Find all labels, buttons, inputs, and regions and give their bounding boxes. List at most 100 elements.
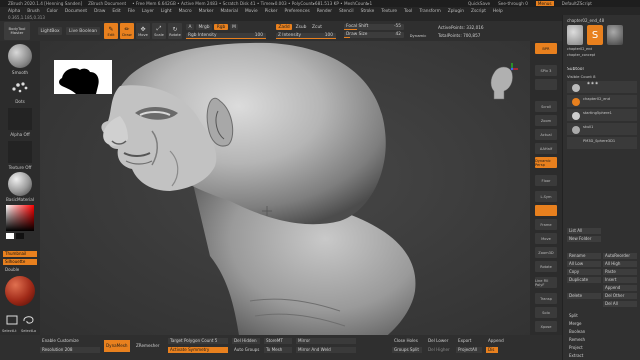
default-zscript[interactable]: DefaultZScript xyxy=(562,1,592,6)
menu-preferences[interactable]: Preferences xyxy=(284,9,309,14)
double-button[interactable]: Double xyxy=(3,267,37,273)
menu-macro[interactable]: Macro xyxy=(179,9,192,14)
lightbox-button[interactable]: LightBox xyxy=(38,27,62,35)
shelf-button-zoom[interactable]: Zoom xyxy=(535,115,557,126)
activate-symmetry-button[interactable]: Activate Symmetry xyxy=(168,347,228,353)
list-all-button[interactable]: List All xyxy=(567,228,601,234)
shelf-button-icon-2[interactable] xyxy=(535,79,557,90)
extract-section[interactable]: Extract xyxy=(567,353,637,359)
canvas-viewport[interactable] xyxy=(40,41,530,341)
secondary-color-swatch[interactable] xyxy=(16,233,24,239)
dynamesh-button[interactable]: DynaMesh xyxy=(104,340,130,352)
boolean-section[interactable]: Boolean xyxy=(567,329,637,335)
menu-document[interactable]: Document xyxy=(65,9,87,14)
mirror-button[interactable]: Mirror xyxy=(296,338,356,344)
shelf-button-rotate[interactable]: Rotate xyxy=(535,261,557,272)
selectrect-icon[interactable] xyxy=(5,313,19,327)
menu-color[interactable]: Color xyxy=(47,9,58,14)
rename-button[interactable]: Rename xyxy=(567,253,601,259)
all-low-button[interactable]: All Low xyxy=(567,261,601,267)
menu-light[interactable]: Light xyxy=(161,9,172,14)
subtool-title[interactable]: Subtool xyxy=(567,67,584,72)
menu-brush[interactable]: Brush xyxy=(27,9,39,14)
shelf-button-move[interactable]: Move xyxy=(535,233,557,244)
menu-stencil[interactable]: Stencil xyxy=(339,9,354,14)
scale-button[interactable]: ⤢ Scale xyxy=(152,23,166,39)
red-material-icon[interactable] xyxy=(5,276,35,306)
tool-thumb-simple[interactable]: S xyxy=(587,25,603,45)
rgb-toggle[interactable]: Rgb xyxy=(214,24,228,30)
color-picker[interactable] xyxy=(6,205,34,231)
quicksave-button[interactable]: QuickSave xyxy=(468,1,490,6)
menu-render[interactable]: Render xyxy=(317,9,332,14)
del-other-button[interactable]: Del Other xyxy=(603,293,637,299)
main-color-swatch[interactable] xyxy=(6,233,14,239)
menu-layer[interactable]: Layer xyxy=(142,9,154,14)
shelf-button-transp[interactable]: Transp xyxy=(535,293,557,304)
menus-button[interactable]: Menus xyxy=(535,1,554,6)
zremesher-button[interactable]: ZRemesher xyxy=(134,340,164,352)
del-hidden-button[interactable]: Del Hidden xyxy=(232,338,260,344)
shelf-button-scroll[interactable]: Scroll xyxy=(535,101,557,112)
shelf-button-aahalf[interactable]: AAHalf xyxy=(535,143,557,154)
menu-marker[interactable]: Marker xyxy=(199,9,214,14)
shelf-button-bpr[interactable]: BPR xyxy=(535,43,557,54)
rgb-intensity-slider[interactable]: Rgb Intensity 100 xyxy=(186,33,266,39)
material-sphere-icon[interactable] xyxy=(8,172,32,196)
selectlasso-icon[interactable] xyxy=(21,313,35,327)
menu-alpha[interactable]: Alpha xyxy=(8,9,20,14)
sculpt-mesh[interactable] xyxy=(40,41,530,341)
target-polycount-slider[interactable]: Target Polygon Count 5 xyxy=(168,338,228,344)
insert-button[interactable]: Insert xyxy=(603,277,637,283)
dots-stroke-icon[interactable] xyxy=(8,79,32,97)
copy-button[interactable]: Copy xyxy=(567,269,601,275)
a-toggle[interactable]: A xyxy=(186,24,194,30)
shelf-button-icon-10[interactable] xyxy=(535,205,557,216)
shelf-button-xpose[interactable]: Xpose xyxy=(535,321,557,332)
delete-button[interactable]: Delete xyxy=(567,293,601,299)
mirror-and-weld-button[interactable]: Mirror And Weld xyxy=(296,347,356,353)
menu-movie[interactable]: Movie xyxy=(245,9,258,14)
shelf-button-frame[interactable]: Frame xyxy=(535,219,557,230)
tool-thumb-chapter02[interactable] xyxy=(567,25,583,45)
new-folder-button[interactable]: New Folder xyxy=(567,236,601,242)
smooth-brush-icon[interactable] xyxy=(8,44,32,68)
focal-shift-slider[interactable]: Focal Shift -55 xyxy=(344,24,404,30)
to-mesh-button[interactable]: To Mesh xyxy=(264,347,292,353)
all-high-button[interactable]: All High xyxy=(603,261,637,267)
navigation-gyro[interactable] xyxy=(484,63,520,103)
close-holes-button[interactable]: Close Holes xyxy=(392,338,422,344)
duplicate-button[interactable]: Duplicate xyxy=(567,277,601,283)
del-higher-button[interactable]: Del Higher xyxy=(426,347,452,353)
zadd-toggle[interactable]: Zadd xyxy=(276,24,292,30)
dynamic-toggle[interactable]: Dynamic xyxy=(406,32,430,38)
shelf-button-spix-3[interactable]: SPix 3 xyxy=(535,65,557,76)
seethrough-slider[interactable]: See-through 0 xyxy=(498,1,528,6)
menu-file[interactable]: File xyxy=(128,9,135,14)
brush-preset-button[interactable]: BodyTool Master xyxy=(4,22,30,40)
thumbnail-button[interactable]: Thumbnail xyxy=(3,251,37,257)
shelf-button-dynamic-persp[interactable]: Dynamic Persp xyxy=(535,157,557,168)
merge-section[interactable]: Merge xyxy=(567,321,637,327)
split-section[interactable]: Split xyxy=(567,313,637,319)
menu-help[interactable]: Help xyxy=(493,9,503,14)
edit-button[interactable]: ✎ Edit xyxy=(104,23,118,39)
live-boolean-button[interactable]: Live Boolean xyxy=(66,27,100,35)
resolution-slider[interactable]: Resolution 208 xyxy=(40,347,100,353)
menu-transform[interactable]: Transform xyxy=(419,9,440,14)
groups-split-button[interactable]: Groups Split xyxy=(392,347,422,353)
append-button[interactable]: Append xyxy=(603,285,637,291)
enable-customize-button[interactable]: Enable Customize xyxy=(40,338,100,344)
menu-tool[interactable]: Tool xyxy=(404,9,412,14)
project-all-button[interactable]: ProjectAll xyxy=(456,347,482,353)
menu-draw[interactable]: Draw xyxy=(94,9,105,14)
auto-groups-button[interactable]: Auto Groups xyxy=(232,347,260,353)
shelf-button-line-fill-polyf[interactable]: Line Fill PolyF xyxy=(535,277,557,288)
menu-stroke[interactable]: Stroke xyxy=(361,9,375,14)
m-toggle[interactable]: M xyxy=(230,24,238,30)
store-mt-button[interactable]: StoreMT xyxy=(264,338,292,344)
menu-picker[interactable]: Picker xyxy=(265,9,278,14)
shelf-button-zoom3d[interactable]: Zoom3D xyxy=(535,247,557,258)
mrgb-toggle[interactable]: Mrgb xyxy=(196,24,212,30)
project-section[interactable]: Project xyxy=(567,345,637,351)
